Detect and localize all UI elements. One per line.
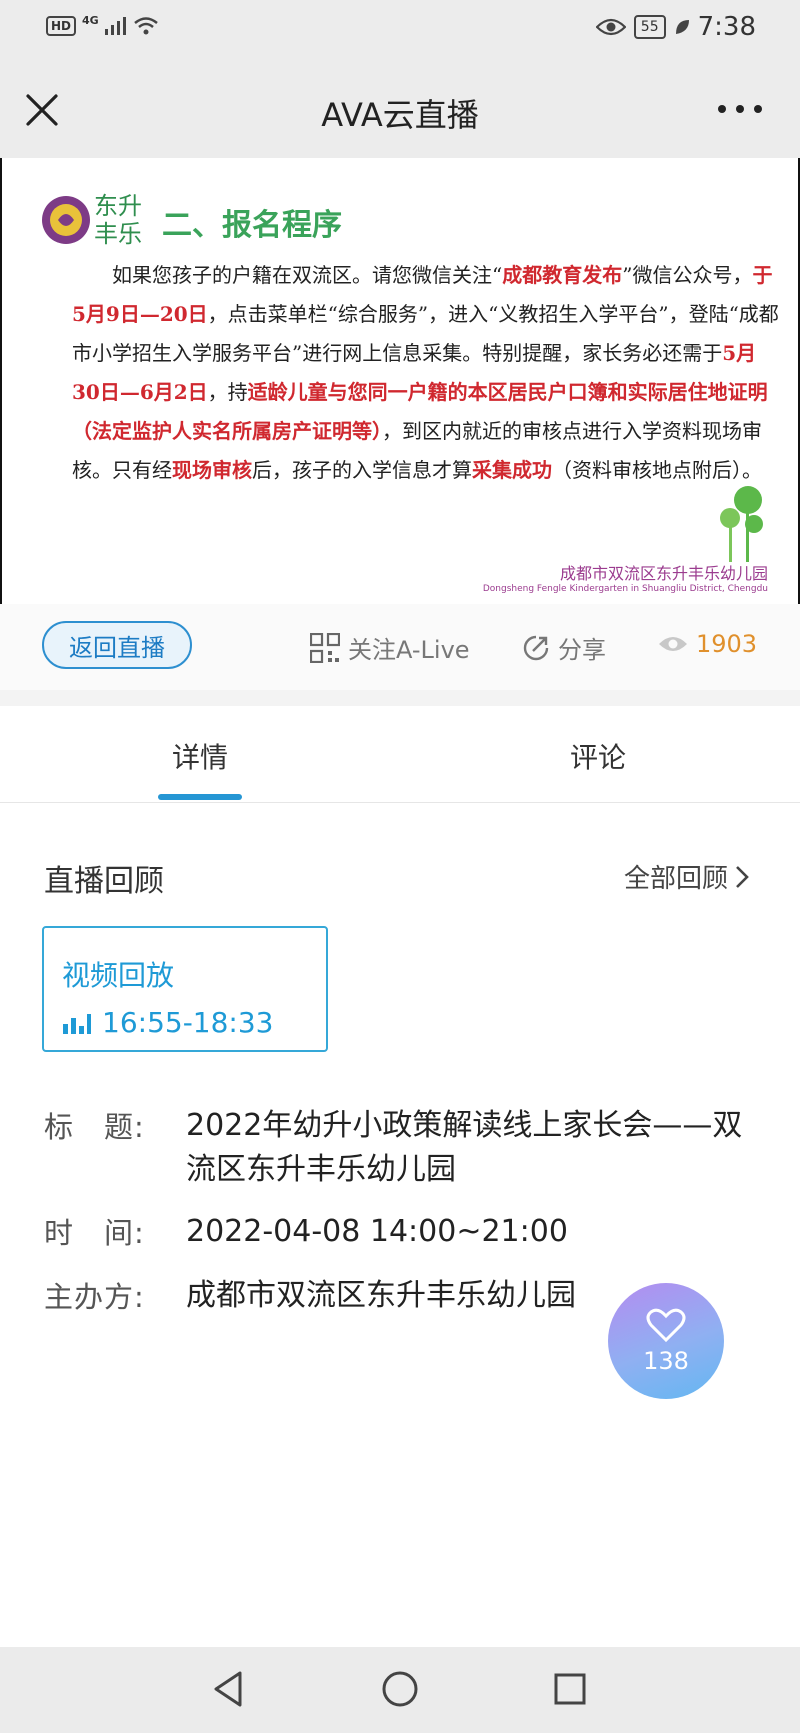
playback-card[interactable]: 视频回放 16:55-18:33 <box>42 926 328 1052</box>
bar-chart-icon <box>63 1013 91 1034</box>
host-label: 主办方: <box>44 1280 145 1314</box>
follow-button[interactable]: 关注A-Live <box>310 630 470 665</box>
text-segment: （资料审核地点附后）。 <box>552 458 762 482</box>
text-segment: ，持 <box>207 380 248 404</box>
title-bar: AVA云直播 <box>0 62 800 158</box>
tree-decoration-icon <box>720 486 763 562</box>
like-button[interactable]: 138 <box>608 1283 724 1399</box>
kindergarten-logo <box>42 196 90 244</box>
wifi-icon <box>133 17 158 35</box>
playback-time-range: 16:55-18:33 <box>102 1006 274 1039</box>
playback-label: 视频回放 <box>62 959 175 992</box>
highlight-text: 成都教育发布 <box>502 263 623 287</box>
status-bar: HD 4G 55 7:38 <box>0 0 800 62</box>
share-label: 分享 <box>558 636 606 664</box>
heart-icon <box>646 1308 686 1343</box>
playback-time: 16:55-18:33 <box>62 1006 274 1039</box>
tab-details[interactable]: 详情 <box>172 736 228 776</box>
tab-bar: 详情 评论 <box>0 706 800 803</box>
section-divider <box>0 690 800 706</box>
highlight-text: 采集成功 <box>472 458 552 482</box>
text-segment: 如果您孩子的户籍在双流区。请您微信关注“ <box>112 263 503 287</box>
like-count: 138 <box>643 1347 689 1375</box>
qrcode-icon <box>310 632 340 663</box>
share-button[interactable]: 分享 <box>522 630 606 665</box>
nav-back-icon[interactable] <box>210 1669 246 1709</box>
section-title: 直播回顾 <box>44 864 164 899</box>
brand-name-cn: 成都市双流区东升丰乐幼儿园 <box>559 564 768 583</box>
eye-icon <box>659 637 687 651</box>
system-nav-bar <box>0 1647 800 1733</box>
follow-label: 关注A-Live <box>348 636 470 664</box>
highlight-text: 现场审核 <box>172 458 252 482</box>
eye-comfort-icon <box>595 18 626 36</box>
nav-recent-icon[interactable] <box>552 1671 588 1707</box>
brand-caption: 成都市双流区东升丰乐幼儿园 Dongsheng Fengle Kindergar… <box>483 560 768 594</box>
action-bar: 返回直播 关注A-Live 分享 1903 <box>0 604 800 690</box>
active-tab-indicator <box>158 794 242 800</box>
tab-comments[interactable]: 评论 <box>570 736 626 776</box>
network-type: 4G <box>82 13 99 27</box>
more-icon[interactable] <box>710 94 770 124</box>
signal-icon <box>104 17 126 35</box>
hd-indicator: HD <box>46 16 77 36</box>
share-icon <box>523 635 549 660</box>
title-value: 2022年幼升小政策解读线上家长会——双流区东升丰乐幼儿园 <box>186 1108 743 1187</box>
view-count-value: 1903 <box>696 630 758 658</box>
all-review-label: 全部回顾 <box>623 864 728 894</box>
battery-level: 55 <box>633 15 666 39</box>
brand-name-en: Dongsheng Fengle Kindergarten in Shuangl… <box>482 584 768 594</box>
logo-text: 东升 丰乐 <box>94 192 142 248</box>
logo-text-line1: 东升 <box>94 192 142 220</box>
view-count: 1903 <box>658 630 757 658</box>
banner-heading: 二、报名程序 <box>162 208 342 243</box>
banner-body-text: 如果您孩子的户籍在双流区。请您微信关注“成都教育发布”微信公众号，于5月9日—2… <box>72 256 782 490</box>
title-label: 标 题: <box>44 1110 145 1144</box>
live-cover-image: 东升 丰乐 二、报名程序 如果您孩子的户籍在双流区。请您微信关注“成都教育发布”… <box>0 158 800 604</box>
chevron-right-icon <box>736 865 749 888</box>
text-segment: ”微信公众号， <box>622 263 753 287</box>
text-segment: 后，孩子的入学信息才算 <box>252 458 472 482</box>
clock: 7:38 <box>697 12 756 42</box>
logo-text-line2: 丰乐 <box>94 220 142 248</box>
leaf-icon <box>675 20 689 34</box>
time-label: 时 间: <box>44 1216 145 1250</box>
all-review-link[interactable]: 全部回顾 <box>624 858 750 895</box>
time-value: 2022-04-08 14:00~21:00 <box>186 1214 568 1249</box>
back-to-live-button[interactable]: 返回直播 <box>42 621 192 669</box>
nav-home-icon[interactable] <box>380 1669 420 1709</box>
page-title: AVA云直播 <box>321 96 479 134</box>
